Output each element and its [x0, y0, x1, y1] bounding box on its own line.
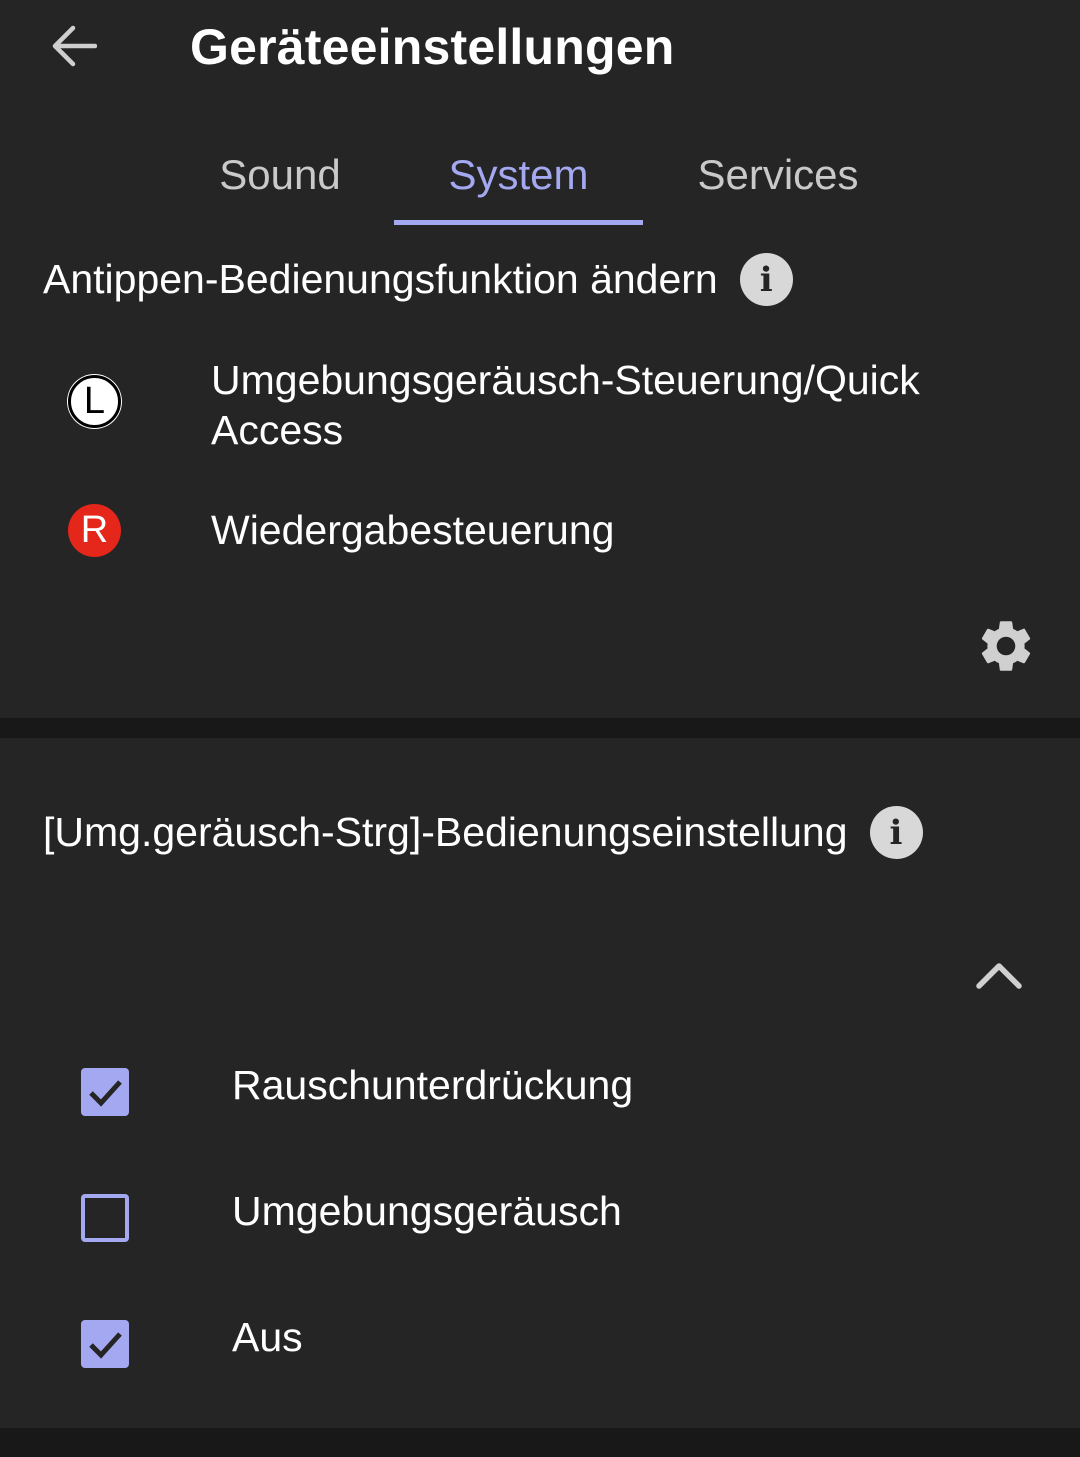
gear-icon — [981, 621, 1031, 671]
ambient-control-section: [Umg.geräusch-Strg]-Bedienungseinstellun… — [0, 738, 1080, 1428]
noise-cancelling-checkbox[interactable] — [81, 1068, 129, 1116]
ambient-control-heading: [Umg.geräusch-Strg]-Bedienungseinstellun… — [43, 806, 923, 859]
option-row-noise-cancelling[interactable]: Rauschunterdrückung — [0, 1062, 1080, 1168]
info-icon[interactable]: i — [739, 253, 793, 306]
arrow-left-icon — [52, 25, 97, 67]
collapse-button[interactable] — [970, 948, 1028, 1006]
left-earbud-badge: L — [68, 375, 121, 428]
option-row-off[interactable]: Aus — [0, 1314, 1080, 1420]
ambient-control-heading-text: [Umg.geräusch-Strg]-Bedienungseinstellun… — [43, 809, 848, 855]
right-earbud-badge: R — [68, 504, 121, 557]
ambient-sound-label: Umgebungsgeräusch — [232, 1188, 622, 1234]
chevron-up-icon — [976, 963, 1022, 989]
checkmark-icon — [89, 1332, 122, 1359]
tap-function-heading: Antippen-Bedienungsfunktion ändern i — [43, 253, 793, 306]
option-row-ambient-sound[interactable]: Umgebungsgeräusch — [0, 1188, 1080, 1294]
left-earbud-function-line1: Umgebungsgeräusch-Steuerung/Quick — [211, 357, 920, 403]
info-icon[interactable]: i — [869, 806, 923, 859]
off-label: Aus — [232, 1314, 303, 1360]
ambient-sound-checkbox[interactable] — [81, 1194, 129, 1242]
tap-function-section: Antippen-Bedienungsfunktion ändern i L U… — [0, 225, 1080, 718]
left-earbud-function-line2: Access — [211, 407, 344, 453]
off-checkbox[interactable] — [81, 1320, 129, 1368]
section-divider — [0, 718, 1080, 738]
tab-services[interactable]: Services — [668, 125, 888, 225]
left-earbud-function: Umgebungsgeräusch-Steuerung/Quick Access — [211, 355, 920, 455]
noise-cancelling-label: Rauschunterdrückung — [232, 1062, 634, 1108]
right-earbud-function: Wiedergabesteuerung — [211, 507, 615, 553]
checkmark-icon — [89, 1080, 122, 1107]
tab-bar: Sound System Services — [0, 125, 1080, 225]
tab-system[interactable]: System — [394, 125, 643, 225]
page-title: Geräteeinstellungen — [190, 19, 675, 75]
app-bar: Geräteeinstellungen — [0, 0, 1080, 125]
tab-sound[interactable]: Sound — [180, 125, 380, 225]
bottom-divider — [0, 1428, 1080, 1457]
tap-function-heading-text: Antippen-Bedienungsfunktion ändern — [43, 256, 718, 302]
settings-button[interactable] — [975, 615, 1037, 677]
back-button[interactable] — [40, 16, 108, 76]
